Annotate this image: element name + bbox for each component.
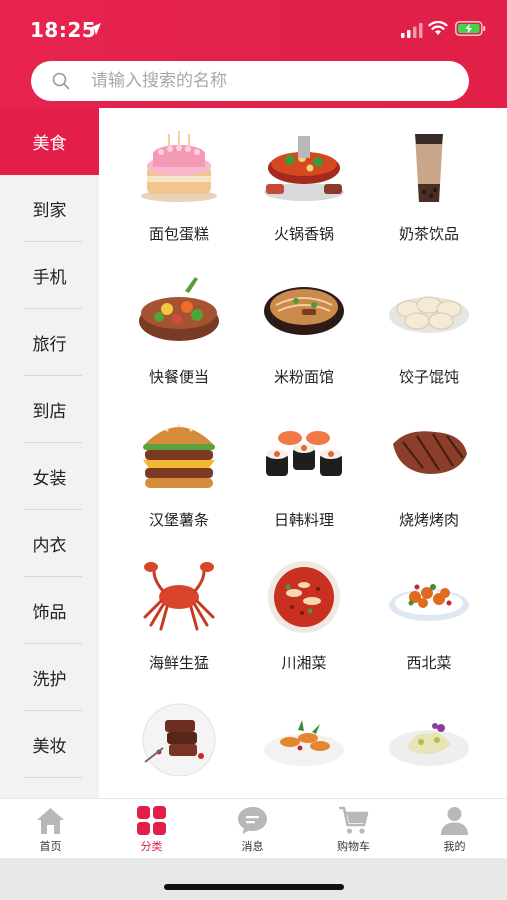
sidebar-item-beauty[interactable]: 美妆 — [0, 711, 99, 778]
category-item[interactable]: 火锅香锅 — [236, 108, 372, 251]
home-icon — [37, 808, 64, 834]
category-label: 火锅香锅 — [273, 225, 334, 243]
sidebar-item-label: 女装 — [32, 469, 67, 489]
noodle-bowl-icon — [264, 287, 344, 335]
tab-label: 我的 — [443, 840, 466, 853]
category-item[interactable] — [111, 680, 247, 798]
wifi-icon — [428, 20, 448, 35]
category-item[interactable]: 汉堡薯条 — [111, 394, 247, 537]
category-label: 饺子馄饨 — [398, 368, 459, 386]
category-label: 烧烤烤肉 — [398, 511, 459, 529]
bottom-tab-bar: 首页 分类 消息 购物车 我的 — [0, 798, 507, 858]
sidebar-item-label: 饰品 — [32, 603, 67, 623]
status-time: 18:25 — [30, 18, 97, 42]
sidebar-item-phones[interactable]: 手机 — [0, 242, 99, 309]
category-label: 面包蛋糕 — [148, 225, 209, 243]
category-item[interactable]: 烧烤烤肉 — [361, 394, 497, 537]
white-chicken-icon — [389, 723, 469, 766]
sushi-icon — [266, 431, 342, 476]
sidebar-item-more[interactable] — [0, 778, 99, 798]
hotpot-icon — [264, 136, 344, 201]
category-item[interactable]: 日韩料理 — [236, 394, 372, 537]
category-label: 日韩料理 — [273, 511, 334, 529]
chicken-dish-icon — [389, 584, 469, 621]
sidebar-item-in-store[interactable]: 到店 — [0, 376, 99, 443]
sidebar-item-accessories[interactable]: 饰品 — [0, 577, 99, 644]
location-arrow-icon — [89, 23, 101, 35]
message-icon — [238, 807, 267, 834]
category-label: 汉堡薯条 — [148, 511, 209, 529]
milk-tea-icon — [415, 134, 443, 202]
dumplings-icon — [389, 296, 469, 333]
spicy-fish-icon — [268, 561, 340, 633]
cake-icon — [141, 131, 217, 202]
tab-label: 消息 — [241, 840, 264, 853]
category-item[interactable]: 奶茶饮品 — [361, 108, 497, 251]
grilled-steak-icon — [393, 431, 467, 474]
category-item[interactable]: 西北菜 — [361, 537, 497, 680]
category-item[interactable]: 川湘菜 — [236, 537, 372, 680]
cart-icon — [339, 806, 369, 834]
crab-icon — [143, 562, 215, 631]
tab-label: 购物车 — [337, 840, 370, 853]
tab-profile[interactable]: 我的 — [404, 799, 505, 859]
tab-label: 首页 — [39, 840, 62, 853]
user-icon — [441, 807, 468, 835]
tab-cart[interactable]: 购物车 — [303, 799, 404, 859]
sidebar-item-home-service[interactable]: 到家 — [0, 175, 99, 242]
category-item[interactable]: 米粉面馆 — [236, 251, 372, 394]
search-icon — [52, 72, 70, 90]
sidebar-item-label: 旅行 — [32, 335, 67, 355]
burger-icon — [143, 424, 215, 488]
category-label: 海鲜生猛 — [148, 654, 209, 672]
category-item[interactable] — [361, 680, 497, 798]
sidebar-item-travel[interactable]: 旅行 — [0, 309, 99, 376]
category-item[interactable]: 面包蛋糕 — [111, 108, 247, 251]
category-item[interactable]: 饺子馄饨 — [361, 251, 497, 394]
tab-messages[interactable]: 消息 — [202, 799, 303, 859]
home-indicator[interactable] — [164, 884, 344, 890]
search-input[interactable] — [91, 61, 451, 101]
category-grid: 面包蛋糕 火锅香锅 奶茶饮品 快餐便当 米粉面馆 饺子馄饨 汉堡薯条 日韩料理 … — [99, 108, 507, 798]
sidebar-item-label: 手机 — [32, 268, 67, 288]
search-bar[interactable] — [31, 61, 469, 101]
status-bar: 18:25 — [0, 0, 507, 60]
sidebar-item-label: 美妆 — [32, 737, 67, 757]
sidebar-item-personal-care[interactable]: 洗护 — [0, 644, 99, 711]
home-indicator-area — [0, 858, 507, 900]
sidebar-item-womens-wear[interactable]: 女装 — [0, 443, 99, 510]
sidebar-item-label: 洗护 — [32, 670, 67, 690]
battery-charging-icon — [455, 21, 486, 36]
category-label: 奶茶饮品 — [398, 225, 459, 243]
tab-category[interactable]: 分类 — [101, 799, 202, 859]
category-label: 米粉面馆 — [273, 368, 334, 386]
category-item[interactable]: 快餐便当 — [111, 251, 247, 394]
sidebar-item-label: 到家 — [32, 201, 67, 221]
sidebar-item-label: 内衣 — [32, 536, 67, 556]
category-item[interactable]: 海鲜生猛 — [111, 537, 247, 680]
steak-plate-icon — [142, 703, 216, 776]
sidebar-item-label: 美食 — [32, 134, 67, 154]
shrimp-plate-icon — [264, 720, 344, 766]
sidebar-item-food[interactable]: 美食 — [0, 108, 99, 175]
category-label: 快餐便当 — [148, 368, 209, 386]
category-label: 西北菜 — [406, 654, 452, 672]
sidebar-item-label: 到店 — [32, 402, 67, 422]
tab-home[interactable]: 首页 — [0, 799, 101, 859]
category-grid-icon — [137, 806, 166, 835]
category-item[interactable] — [236, 680, 372, 798]
category-label: 川湘菜 — [281, 654, 327, 672]
category-sidebar: 美食 到家 手机 旅行 到店 女装 内衣 饰品 洗护 美妆 — [0, 108, 99, 798]
app-header: 18:25 — [0, 0, 507, 108]
cellular-signal-icon — [401, 23, 423, 38]
tab-label: 分类 — [140, 840, 163, 853]
bento-icon — [139, 277, 219, 341]
sidebar-item-underwear[interactable]: 内衣 — [0, 510, 99, 577]
